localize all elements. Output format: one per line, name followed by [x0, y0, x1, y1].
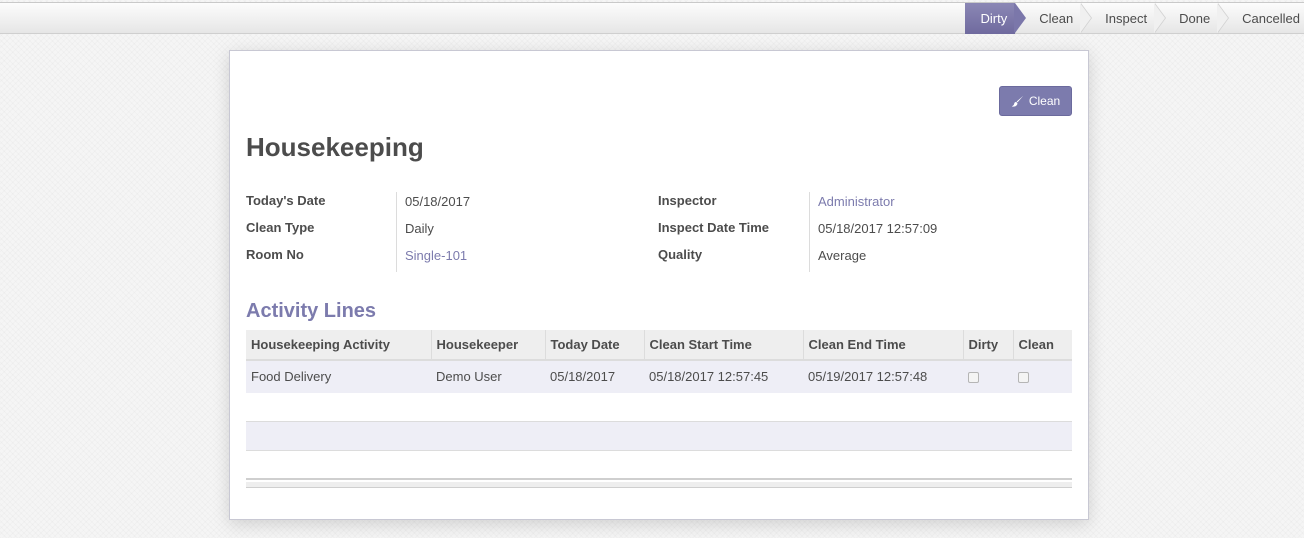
cell-housekeeper[interactable]: Demo User — [431, 360, 545, 394]
cell-clean-end[interactable]: 05/19/2017 12:57:48 — [803, 360, 963, 394]
todays-date-label: Today's Date — [246, 193, 326, 208]
field-divider — [396, 192, 397, 272]
stage-arrow — [1154, 2, 1167, 33]
status-bar: Dirty Clean Inspect Done Cancelled — [965, 2, 1304, 34]
inspector-link[interactable]: Administrator — [818, 194, 895, 209]
stage-label: Cancelled — [1242, 11, 1300, 26]
cell-clean — [1013, 360, 1072, 394]
inspect-date-time-label: Inspect Date Time — [658, 220, 770, 235]
column-header-clean-start[interactable]: Clean Start Time — [643, 330, 803, 361]
table-footer — [246, 482, 1072, 488]
stage-arrow — [1080, 2, 1093, 33]
stage-arrow — [1014, 2, 1027, 33]
column-header-today-date[interactable]: Today Date — [544, 330, 644, 361]
clean-button-label: Clean — [1028, 94, 1061, 108]
cell-dirty — [963, 360, 1013, 394]
column-header-activity[interactable]: Housekeeping Activity — [246, 330, 431, 361]
empty-row — [246, 451, 1072, 480]
table-header-row: Housekeeping Activity Housekeeper Today … — [246, 330, 1072, 361]
clean-type-label: Clean Type — [246, 220, 315, 235]
todays-date-value[interactable]: 05/18/2017 — [405, 194, 470, 209]
clean-button[interactable]: Clean — [999, 86, 1072, 116]
activity-lines-table: Housekeeping Activity Housekeeper Today … — [246, 330, 1072, 394]
cell-activity[interactable]: Food Delivery — [246, 360, 431, 394]
stage-dirty[interactable]: Dirty — [965, 2, 1027, 34]
brush-icon — [1011, 95, 1023, 107]
table-row[interactable]: Food Delivery Demo User 05/18/2017 05/18… — [246, 360, 1072, 394]
field-divider — [809, 192, 810, 272]
dirty-checkbox[interactable] — [968, 372, 979, 384]
header-bar: Dirty Clean Inspect Done Cancelled — [0, 2, 1304, 34]
inspect-date-time-value[interactable]: 05/18/2017 12:57:09 — [818, 221, 937, 236]
stage-label: Inspect — [1105, 11, 1148, 26]
cell-today-date[interactable]: 05/18/2017 — [545, 360, 644, 394]
column-header-clean-end[interactable]: Clean End Time — [802, 330, 963, 361]
empty-row — [246, 393, 1072, 422]
room-no-label: Room No — [246, 247, 304, 262]
clean-checkbox[interactable] — [1018, 372, 1029, 384]
form-sheet: Clean Housekeeping Today's Date Clean Ty… — [229, 50, 1089, 520]
column-header-dirty[interactable]: Dirty — [962, 330, 1013, 361]
stage-label: Dirty — [980, 11, 1008, 26]
stage-label: Clean — [1039, 11, 1074, 26]
stage-cancelled[interactable]: Cancelled — [1218, 3, 1304, 34]
column-header-housekeeper[interactable]: Housekeeper — [430, 330, 545, 361]
inspector-label: Inspector — [658, 193, 717, 208]
quality-label: Quality — [658, 247, 703, 262]
empty-row — [246, 422, 1072, 451]
cell-clean-start[interactable]: 05/18/2017 12:57:45 — [644, 360, 803, 394]
stage-inspect[interactable]: Inspect — [1081, 2, 1167, 34]
quality-value[interactable]: Average — [818, 248, 866, 263]
column-header-clean[interactable]: Clean — [1012, 330, 1072, 361]
clean-type-value[interactable]: Daily — [405, 221, 434, 236]
room-no-link[interactable]: Single-101 — [405, 248, 467, 263]
stage-arrow — [1217, 2, 1230, 33]
page-title: Housekeeping — [246, 132, 424, 162]
stage-label: Done — [1179, 11, 1211, 26]
activity-lines-title: Activity Lines — [246, 300, 377, 322]
